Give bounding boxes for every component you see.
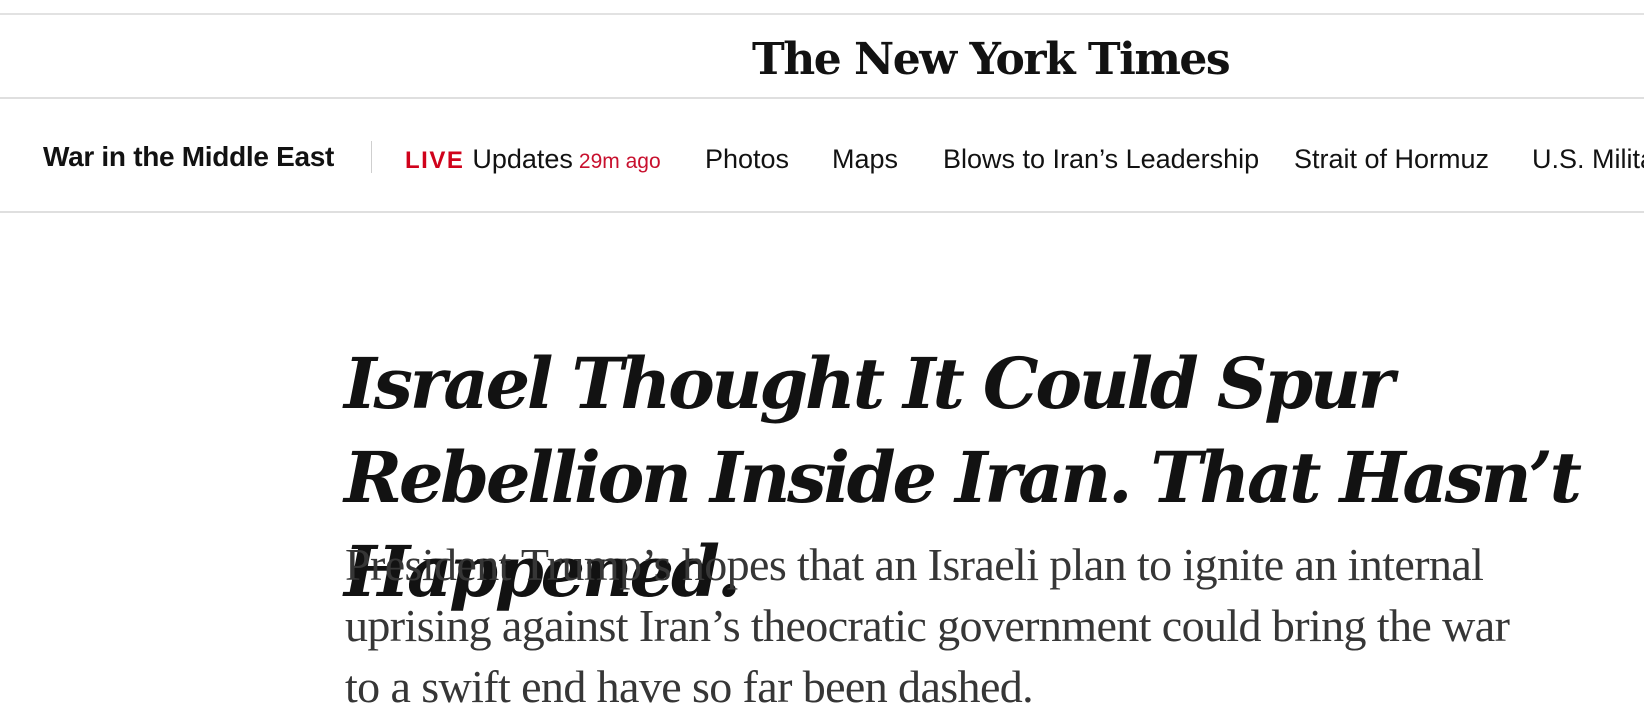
nav-item-blows-to-irans-leadership[interactable]: Blows to Iran’s Leadership <box>943 141 1259 177</box>
nav-item-maps[interactable]: Maps <box>832 141 898 177</box>
live-updates-timestamp: 29m ago <box>578 150 661 173</box>
article-page: The New York Times War in the Middle Eas… <box>0 0 1644 724</box>
nav-divider <box>371 141 372 173</box>
nyt-logo[interactable]: The New York Times <box>752 31 1231 89</box>
live-updates-label: Updates <box>472 144 573 174</box>
masthead: The New York Times <box>0 15 1644 99</box>
live-updates-link[interactable]: LIVE Updates 29m ago <box>405 141 661 177</box>
nav-item-strait-of-hormuz[interactable]: Strait of Hormuz <box>1294 141 1489 177</box>
section-nav: War in the Middle East LIVE Updates 29m ag… <box>0 101 1644 213</box>
nav-item-us-military[interactable]: U.S. Milita <box>1532 141 1644 177</box>
article-summary: President Trump’s hopes that an Israeli … <box>345 539 1510 712</box>
section-title-link[interactable]: War in the Middle East <box>43 139 334 175</box>
nav-item-photos[interactable]: Photos <box>705 141 789 177</box>
live-badge: LIVE <box>405 147 465 174</box>
